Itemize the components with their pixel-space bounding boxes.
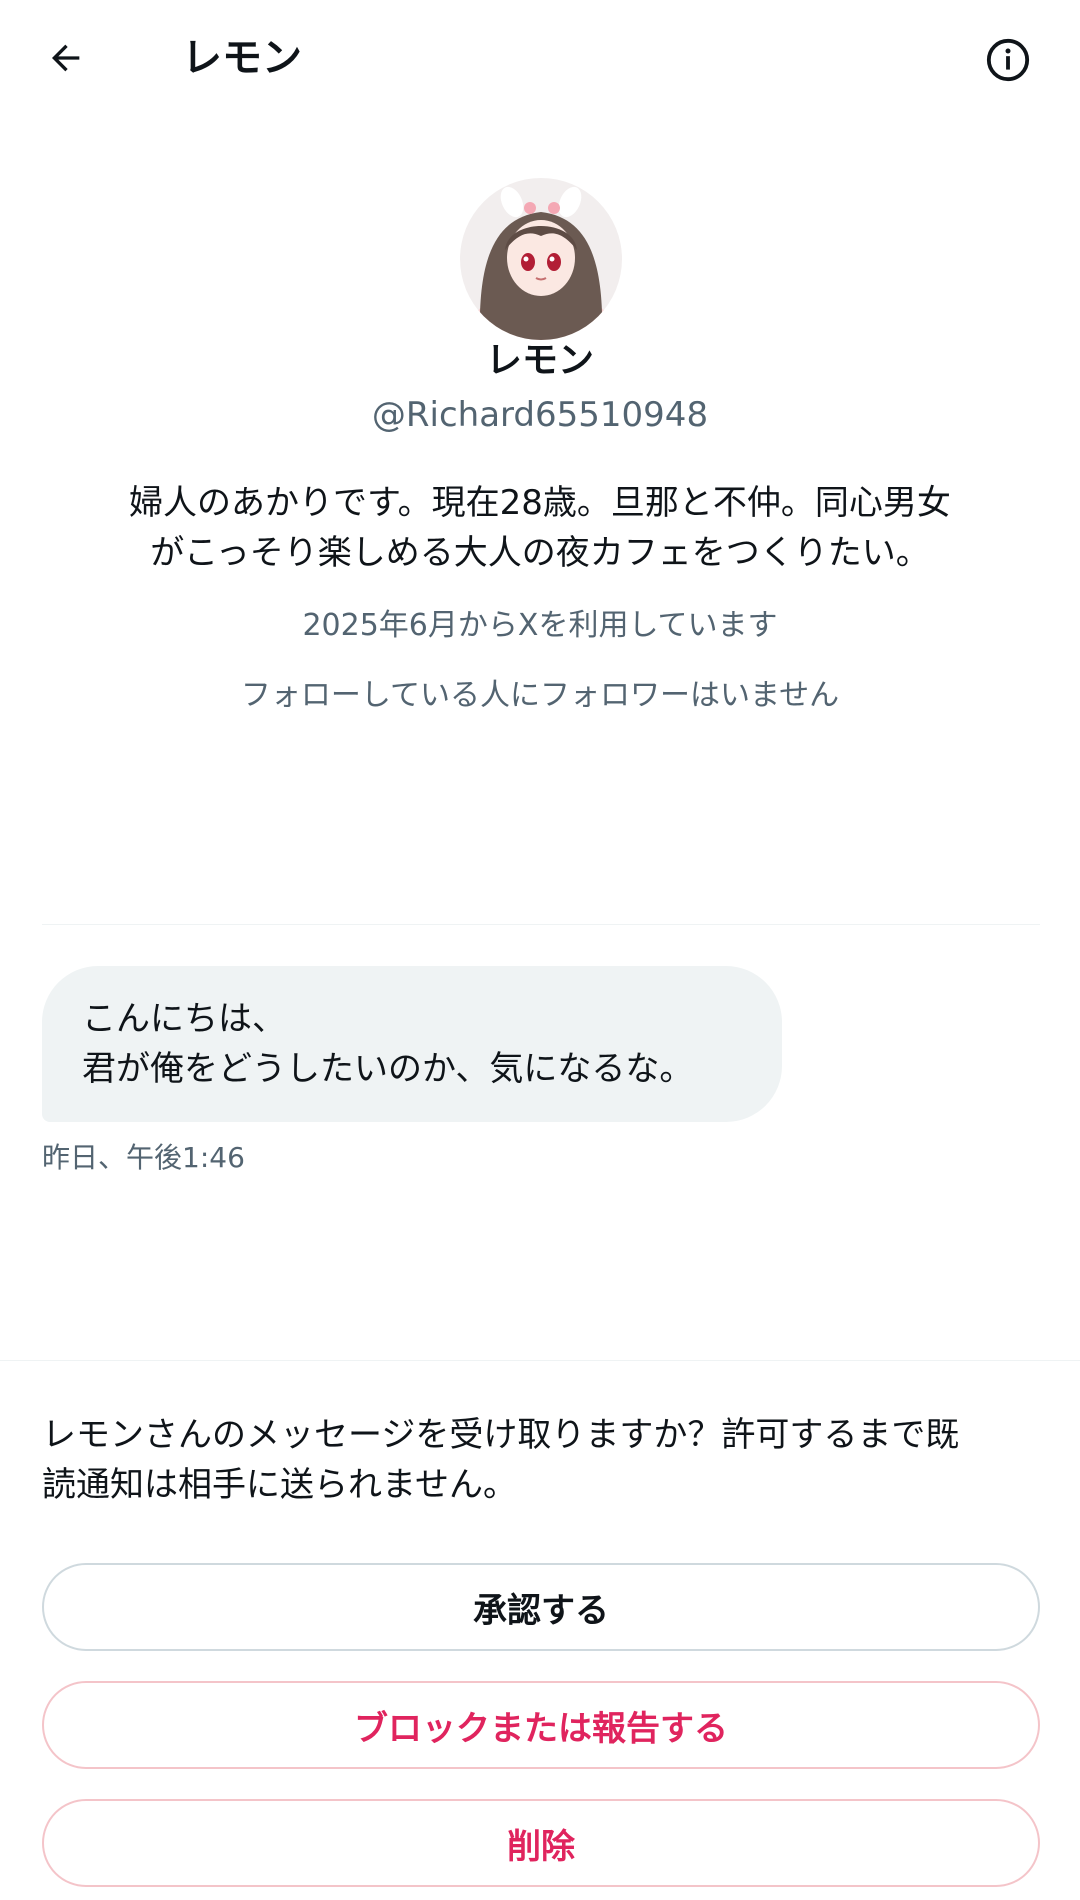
avatar[interactable] (460, 178, 622, 340)
profile-name: レモン (485, 340, 594, 381)
message-request-prompt: レモンさんのメッセージを受け取りますか？許可するまで既 読通知は相手に送られませ… (42, 1410, 1042, 1510)
joined-date: 2025年6月からXを利用しています (302, 608, 778, 643)
arrow-left-icon (52, 44, 80, 72)
prompt-line: レモンさんのメッセージを受け取りますか？許可するまで既 (42, 1415, 960, 1455)
block-or-report-button[interactable]: ブロックまたは報告する (42, 1681, 1040, 1769)
avatar-illustration (460, 178, 622, 340)
accept-button[interactable]: 承認する (42, 1563, 1040, 1651)
conversation-title: レモン (182, 35, 302, 81)
delete-button[interactable]: 削除 (42, 1799, 1040, 1887)
followers-note: フォローしている人にフォロワーはいません (240, 678, 840, 713)
bio-line: 婦人のあかりです。現在28歳。旦那と不仲。同心男女 (129, 483, 951, 523)
profile-handle[interactable]: @Richard65510948 (0, 392, 1080, 438)
back-button[interactable] (38, 30, 94, 86)
profile-bio: 婦人のあかりです。現在28歳。旦那と不仲。同心男女 がこっそり楽しめる大人の夜カ… (80, 478, 1000, 578)
prompt-line: 読通知は相手に送られません。 (42, 1465, 517, 1505)
message-timestamp: 昨日、午後1:46 (42, 1141, 245, 1174)
message-line: こんにちは、 (82, 999, 286, 1039)
message-bubble[interactable]: こんにちは、 君が俺をどうしたいのか、気になるな。 (42, 966, 782, 1122)
divider (0, 1360, 1080, 1361)
info-circle-icon (986, 38, 1030, 82)
info-button[interactable] (980, 32, 1036, 88)
message-line: 君が俺をどうしたいのか、気になるな。 (82, 1049, 694, 1089)
divider (42, 924, 1040, 925)
top-bar: レモン (0, 0, 1080, 120)
bio-line: がこっそり楽しめる大人の夜カフェをつくりたい。 (150, 533, 930, 573)
